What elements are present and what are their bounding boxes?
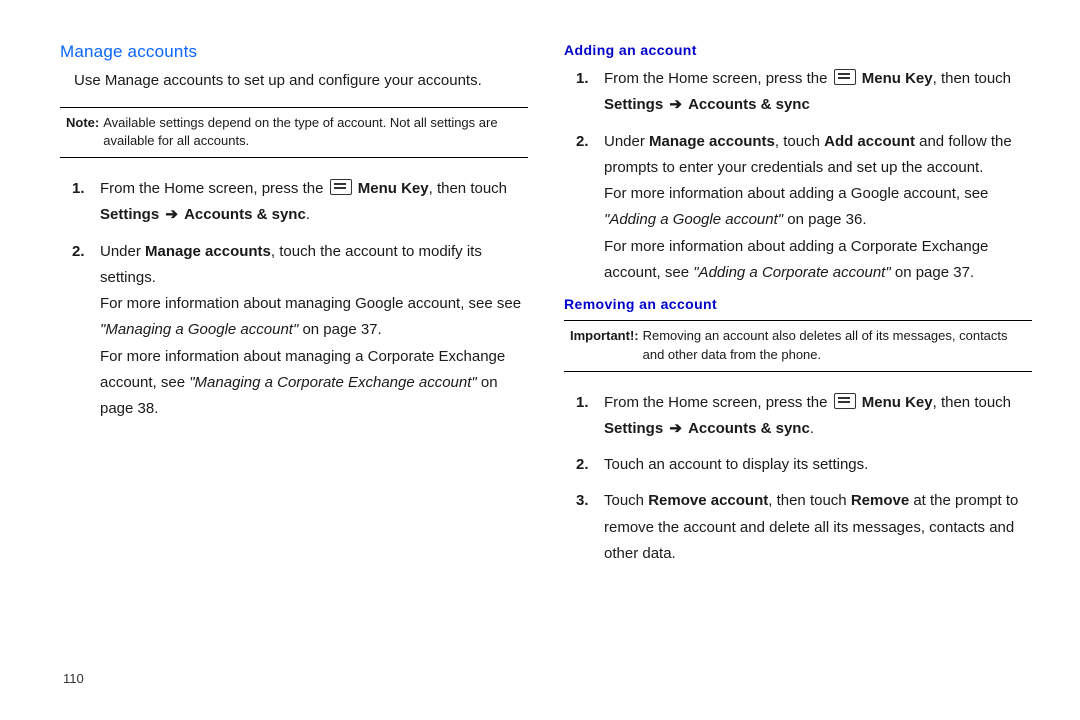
add-sub2-b: on page 37. — [891, 264, 974, 281]
rem-step-1-a: From the Home screen, press the — [604, 394, 832, 411]
step-1-sync: Accounts & sync — [184, 206, 306, 223]
note-body: Available settings depend on the type of… — [103, 114, 524, 152]
rem-step-1-settings: Settings — [604, 420, 663, 437]
arrow-icon: ➔ — [159, 206, 184, 223]
removing-steps: From the Home screen, press the Menu Key… — [564, 390, 1032, 568]
step-1-end: . — [306, 206, 310, 223]
right-column: Adding an account From the Home screen, … — [564, 42, 1032, 720]
step-2-sub2: For more information about managing a Co… — [100, 344, 528, 423]
step-1-text-b: , then touch — [429, 180, 507, 197]
step-2-sub1: For more information about managing Goog… — [100, 291, 528, 344]
add-step-1-settings: Settings — [604, 96, 663, 113]
important-box: Important!: Removing an account also del… — [564, 321, 1032, 371]
intro-text: Use Manage accounts to set up and config… — [74, 70, 528, 93]
heading-removing-account: Removing an account — [564, 296, 1032, 312]
add-step-2-sub2: For more information about adding a Corp… — [604, 234, 1032, 287]
manage-steps: From the Home screen, press the Menu Key… — [60, 176, 528, 422]
step-2-manage: Manage accounts — [145, 243, 271, 260]
heading-adding-account: Adding an account — [564, 42, 1032, 58]
rem-step-3-remove: Remove — [851, 492, 909, 509]
page-number: 110 — [63, 671, 84, 686]
left-column: Manage accounts Use Manage accounts to s… — [60, 42, 528, 720]
important-rule-bottom — [564, 371, 1032, 372]
add-step-2-add: Add account — [824, 133, 915, 150]
rem-step-1-end: . — [810, 420, 814, 437]
add-step-2-b: , touch — [775, 133, 824, 150]
add-step-1-sync: Accounts & sync — [688, 96, 810, 113]
rem-step-3-a: Touch — [604, 492, 648, 509]
rem-step-1-b: , then touch — [933, 394, 1011, 411]
step-2-sub1-a: For more information about managing Goog… — [100, 295, 521, 312]
rem-step-3: Touch Remove account, then touch Remove … — [576, 488, 1032, 567]
rem-step-2: Touch an account to display its settings… — [576, 452, 1032, 478]
note-rule-bottom — [60, 157, 528, 158]
note-label: Note: — [66, 114, 99, 152]
important-body: Removing an account also deletes all of … — [643, 327, 1028, 365]
rem-step-1: From the Home screen, press the Menu Key… — [576, 390, 1032, 443]
xref-managing-corporate[interactable]: "Managing a Corporate Exchange account" — [189, 374, 477, 391]
manual-page: Manage accounts Use Manage accounts to s… — [0, 0, 1080, 720]
rem-step-1-sync: Accounts & sync — [688, 420, 810, 437]
arrow-icon: ➔ — [663, 96, 688, 113]
add-sub1-a: For more information about adding a Goog… — [604, 185, 988, 202]
add-step-2-sub1: For more information about adding a Goog… — [604, 181, 1032, 234]
step-1-text-a: From the Home screen, press the — [100, 180, 328, 197]
step-1-menu: Menu Key — [358, 180, 429, 197]
add-step-1-a: From the Home screen, press the — [604, 70, 832, 87]
xref-adding-google[interactable]: "Adding a Google account" — [604, 211, 783, 228]
heading-manage-accounts: Manage accounts — [60, 42, 528, 62]
menu-key-icon — [834, 69, 856, 85]
arrow-icon: ➔ — [663, 420, 688, 437]
step-1: From the Home screen, press the Menu Key… — [72, 176, 528, 229]
note-box: Note: Available settings depend on the t… — [60, 108, 528, 158]
add-step-1-menu: Menu Key — [862, 70, 933, 87]
step-2-text-a: Under — [100, 243, 145, 260]
step-2: Under Manage accounts, touch the account… — [72, 239, 528, 423]
add-step-1: From the Home screen, press the Menu Key… — [576, 66, 1032, 119]
rem-step-1-menu: Menu Key — [862, 394, 933, 411]
add-step-2-manage: Manage accounts — [649, 133, 775, 150]
step-1-settings: Settings — [100, 206, 159, 223]
add-sub1-b: on page 36. — [783, 211, 866, 228]
important-label: Important!: — [570, 327, 639, 365]
add-step-2: Under Manage accounts, touch Add account… — [576, 129, 1032, 287]
menu-key-icon — [330, 179, 352, 195]
xref-adding-corporate[interactable]: "Adding a Corporate account" — [693, 264, 890, 281]
menu-key-icon — [834, 393, 856, 409]
add-step-1-b: , then touch — [933, 70, 1011, 87]
xref-managing-google[interactable]: "Managing a Google account" — [100, 321, 298, 338]
rem-step-3-b: , then touch — [768, 492, 851, 509]
rem-step-3-remacct: Remove account — [648, 492, 768, 509]
adding-steps: From the Home screen, press the Menu Key… — [564, 66, 1032, 286]
add-step-2-a: Under — [604, 133, 649, 150]
step-2-sub1-b: on page 37. — [298, 321, 381, 338]
